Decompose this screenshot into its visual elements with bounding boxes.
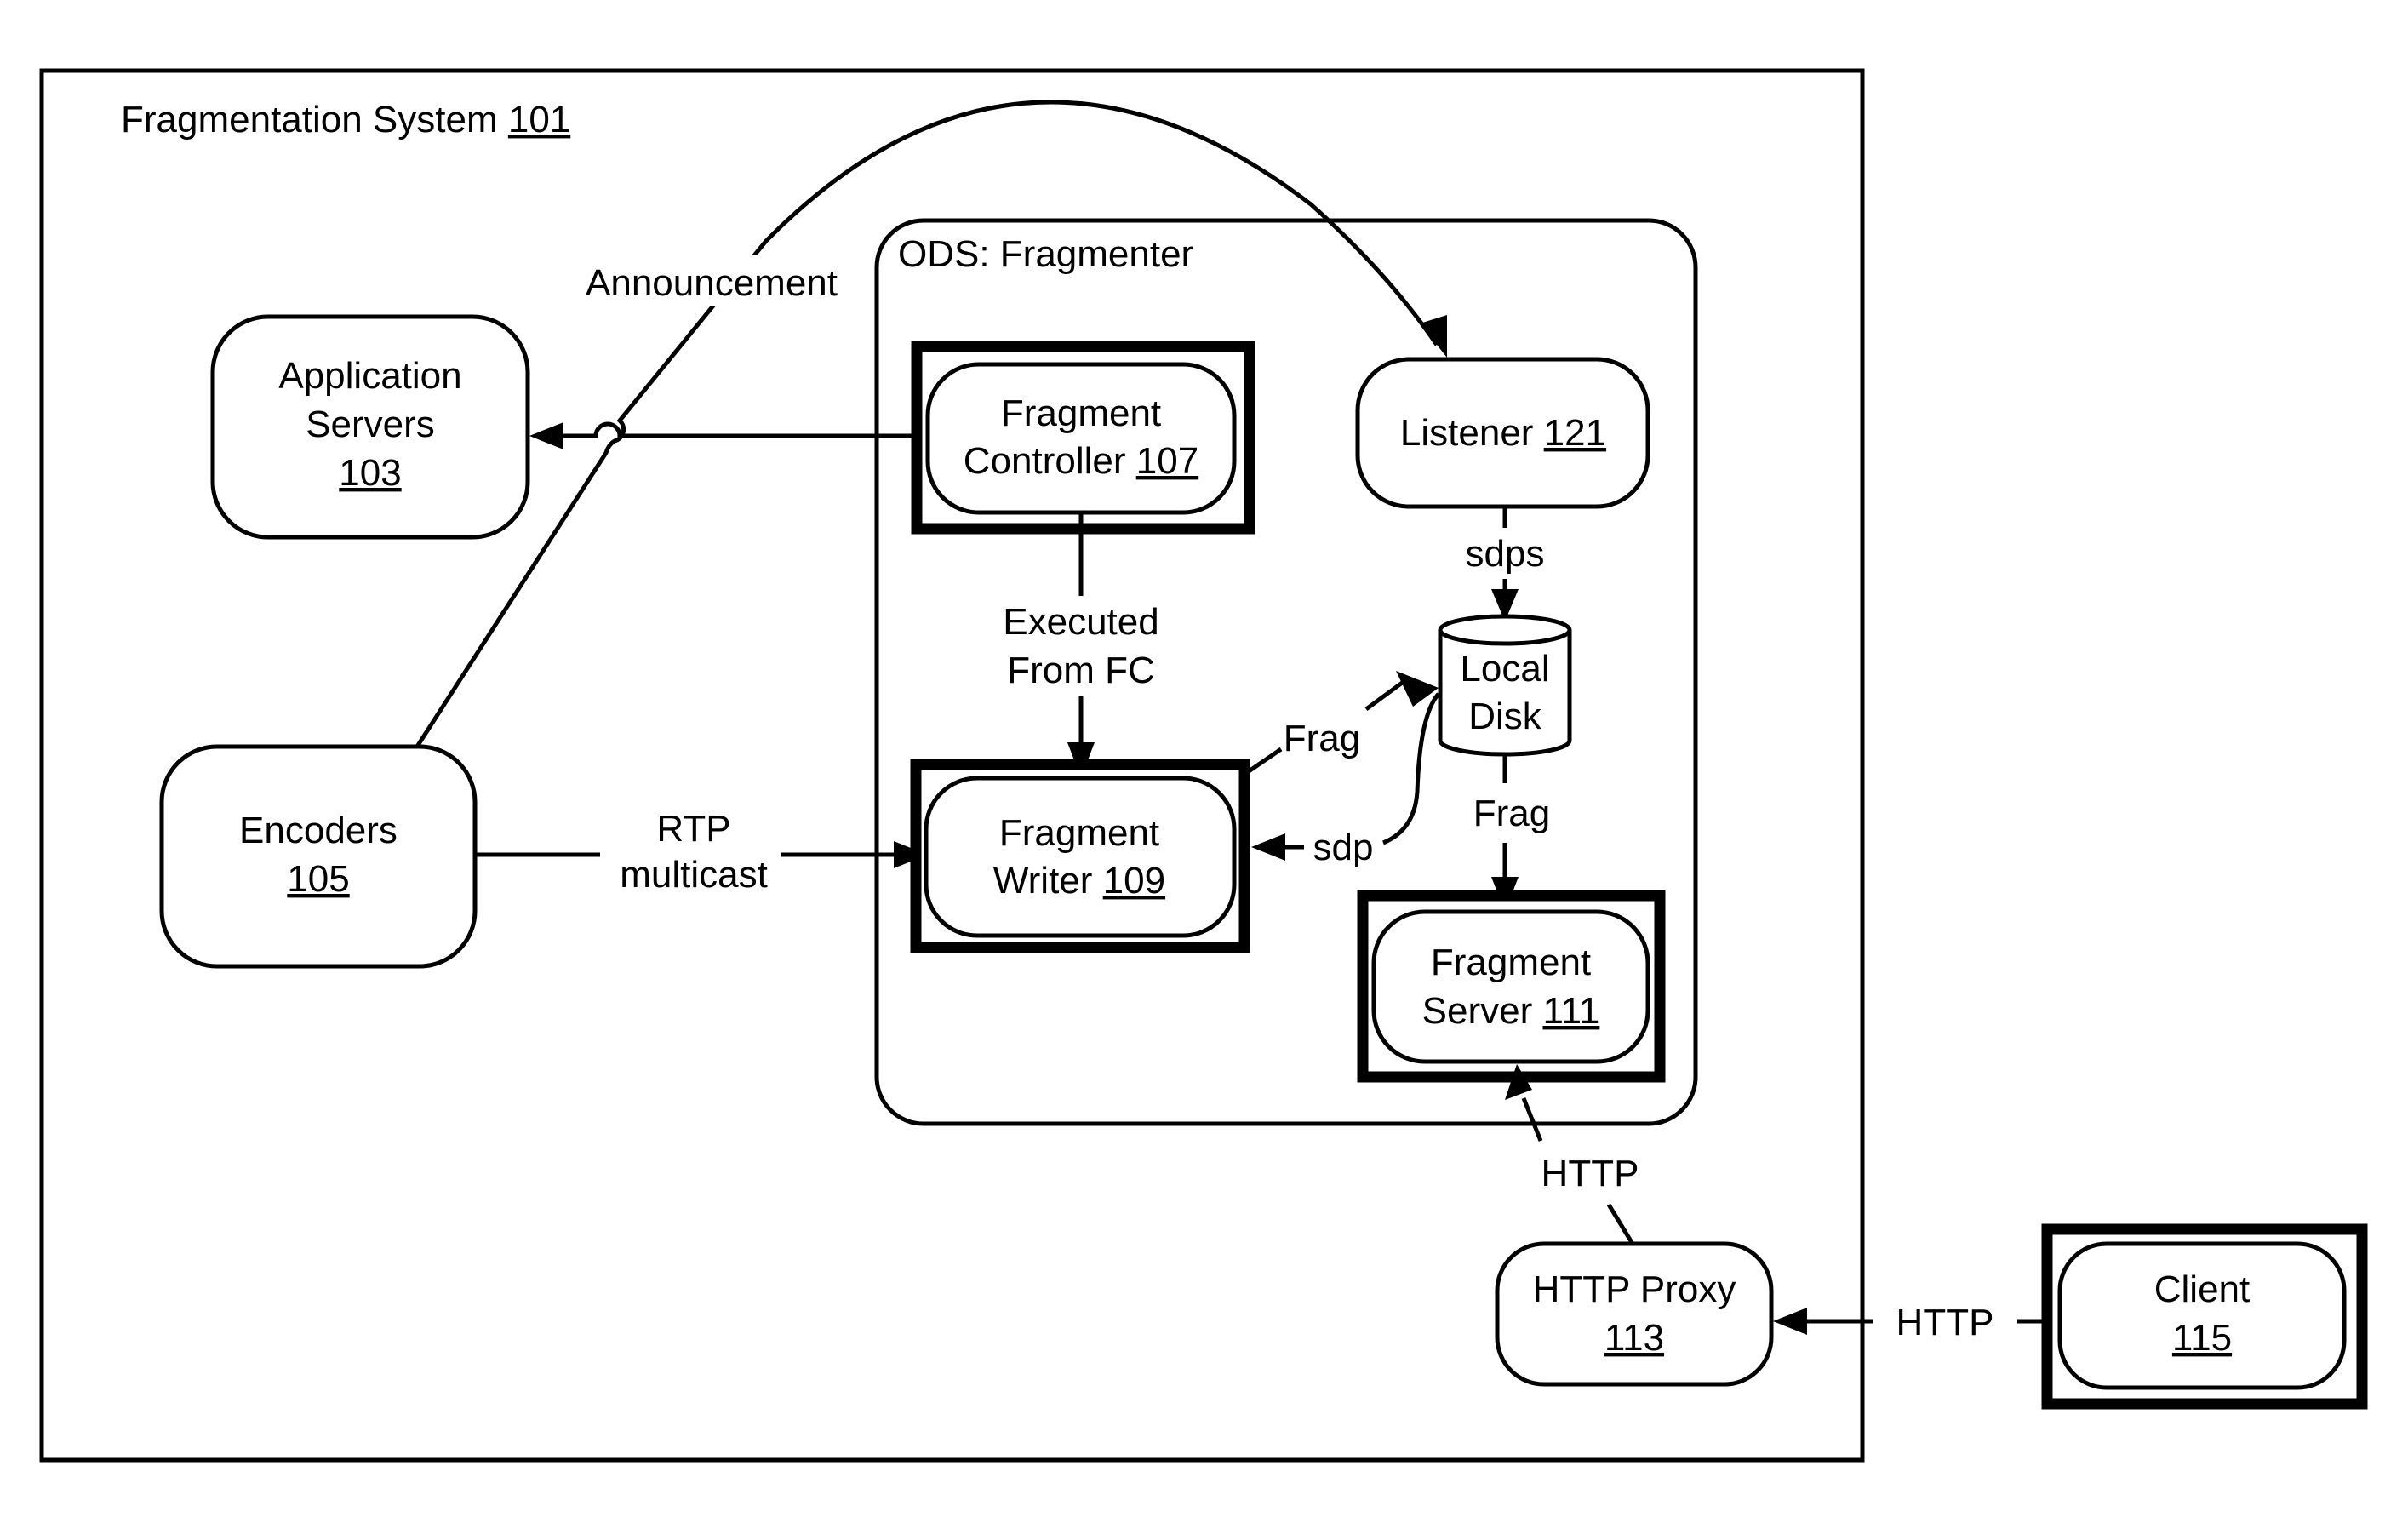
client-node[interactable]: Client 115 — [2041, 1223, 2368, 1410]
sdps-label: sdps — [1466, 533, 1545, 575]
application-servers-node[interactable]: Application Servers 103 — [210, 314, 530, 540]
executed-label-line2: From FC — [1007, 650, 1155, 691]
fs-label-line2: Server 111 — [1422, 990, 1600, 1032]
http-proxy-node[interactable]: HTTP Proxy 113 — [1495, 1241, 1774, 1387]
encoders-ref: 105 — [287, 858, 349, 900]
proxy-label: HTTP Proxy — [1533, 1268, 1736, 1310]
announcement-label: Announcement — [586, 262, 838, 304]
fw-label-line2: Writer 109 — [993, 860, 1165, 902]
encoders-node[interactable]: Encoders 105 — [159, 744, 478, 969]
app-servers-ref: 103 — [339, 452, 401, 494]
disk-label-line2: Disk — [1468, 696, 1542, 737]
fc-label-line1: Fragment — [1001, 392, 1161, 434]
fragment-writer-node[interactable]: Fragment Writer 109 — [910, 759, 1250, 953]
listener-node[interactable]: Listener 121 — [1355, 357, 1650, 509]
proxy-ref: 113 — [1604, 1317, 1664, 1359]
listener-label: Listener 121 — [1400, 412, 1606, 454]
client-label: Client — [2154, 1268, 2251, 1310]
rtp-label-line1: RTP — [656, 808, 730, 850]
fragment-controller-node[interactable]: Fragment Controller 107 — [911, 341, 1255, 535]
frag-write-label: Frag — [1284, 718, 1360, 759]
client-ref: 115 — [2172, 1317, 2232, 1359]
system-title: Fragmentation System 101 — [121, 99, 570, 140]
http-proxy-fs-label: HTTP — [1541, 1153, 1639, 1194]
fc-label-line2: Controller 107 — [964, 440, 1198, 482]
fw-label-line1: Fragment — [999, 812, 1159, 854]
local-disk-node[interactable]: Local Disk — [1438, 614, 1572, 757]
fs-label-line1: Fragment — [1431, 942, 1591, 983]
encoders-label: Encoders — [239, 810, 398, 851]
http-client-label: HTTP — [1896, 1302, 1994, 1343]
executed-label-line1: Executed — [1003, 601, 1158, 643]
fragment-server-node[interactable]: Fragment Server 111 — [1357, 890, 1666, 1083]
frag-read-label: Frag — [1473, 793, 1550, 834]
app-servers-label-line2: Servers — [306, 404, 435, 445]
fragmentation-diagram: Fragmentation System 101 ODS: Fragmenter… — [39, 68, 2368, 1463]
rtp-label-line2: multicast — [620, 854, 768, 896]
ods-title: ODS: Fragmenter — [898, 233, 1193, 275]
disk-label-line1: Local — [1460, 648, 1549, 690]
app-servers-label-line1: Application — [278, 355, 461, 397]
sdp-label: sdp — [1313, 827, 1374, 868]
